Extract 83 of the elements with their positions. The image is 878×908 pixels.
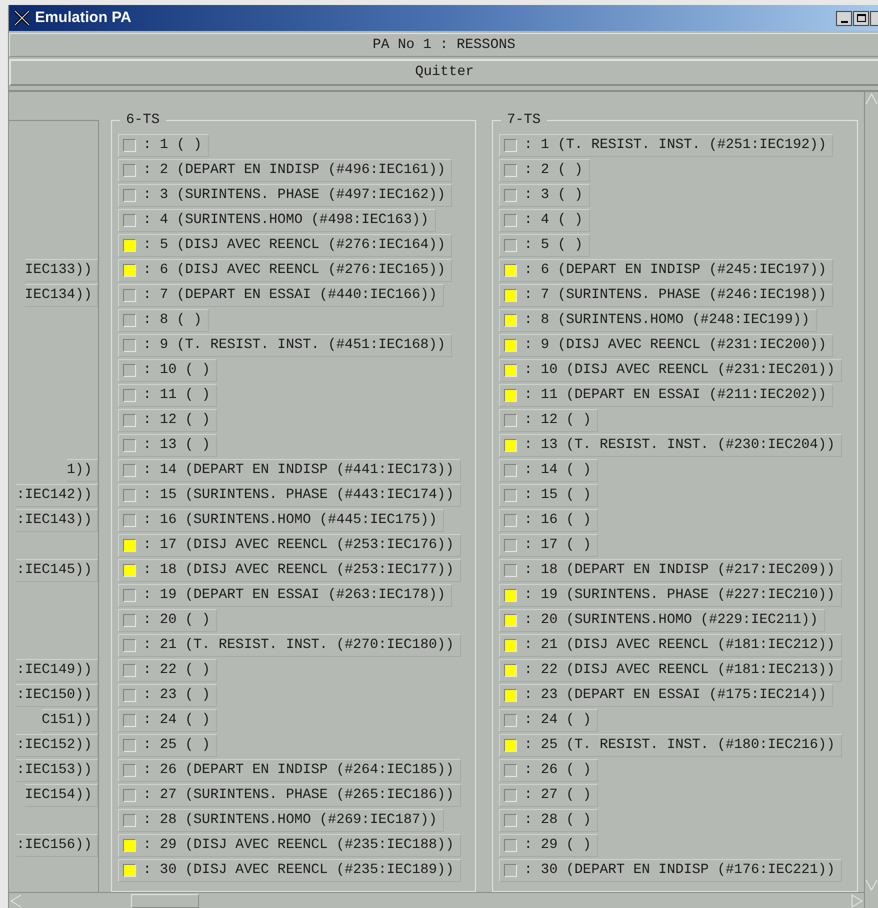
signal-checkbutton[interactable]: : 26 (DEPART EN INDISP (#264:IEC185)) (118, 759, 461, 782)
signal-checkbutton[interactable]: : 22 ( ) (118, 659, 218, 682)
signal-checkbutton[interactable]: IEC154)) (24, 784, 98, 807)
signal-checkbutton[interactable]: :IEC142)) (16, 484, 98, 507)
signal-checkbutton[interactable]: : 20 (SURINTENS.HOMO (#229:IEC211)) (499, 609, 826, 632)
signal-checkbutton[interactable]: : 21 (T. RESIST. INST. (#270:IEC180)) (118, 634, 461, 657)
signal-checkbutton[interactable]: : 26 ( ) (499, 759, 598, 782)
signal-checkbutton[interactable]: : 27 ( ) (499, 784, 598, 807)
signal-checkbutton[interactable]: : 21 (DISJ AVEC REENCL (#181:IEC212)) (499, 634, 842, 657)
signal-checkbutton[interactable]: :IEC156)) (16, 834, 98, 857)
signal-checkbutton[interactable]: : 9 (T. RESIST. INST. (#451:IEC168)) (118, 334, 452, 357)
maximize-icon[interactable] (853, 10, 869, 26)
signal-checkbutton[interactable]: : 4 (SURINTENS.HOMO (#498:IEC163)) (118, 209, 436, 232)
signal-checkbutton[interactable]: :IEC150)) (16, 684, 98, 707)
signal-checkbutton[interactable]: : 9 (DISJ AVEC REENCL (#231:IEC200)) (499, 334, 834, 357)
signal-checkbutton[interactable]: : 28 (SURINTENS.HOMO (#269:IEC187)) (118, 809, 444, 832)
signal-checkbutton[interactable]: : 6 (DISJ AVEC REENCL (#276:IEC165)) (118, 259, 452, 282)
signal-checkbutton[interactable]: IEC133)) (24, 259, 98, 282)
signal-checkbutton[interactable]: : 15 ( ) (499, 484, 598, 507)
signal-checkbutton[interactable]: C151)) (42, 709, 98, 732)
signal-checkbutton[interactable]: : 10 (DISJ AVEC REENCL (#231:IEC201)) (499, 359, 842, 382)
signal-checkbutton[interactable]: : 12 ( ) (499, 409, 598, 432)
right-arrow-icon[interactable] (850, 894, 864, 908)
signal-checkbutton[interactable]: : 23 ( ) (118, 684, 218, 707)
signal-checkbutton[interactable]: : 20 ( ) (118, 609, 218, 632)
signal-checkbutton[interactable]: : 15 (SURINTENS. PHASE (#443:IEC174)) (118, 484, 461, 507)
signal-checkbutton[interactable]: : 8 ( ) (118, 309, 209, 332)
signal-checkbutton[interactable]: : 1 (T. RESIST. INST. (#251:IEC192)) (499, 134, 834, 157)
horizontal-scrollbar[interactable] (9, 892, 864, 908)
signal-checkbutton[interactable]: : 13 (T. RESIST. INST. (#230:IEC204)) (499, 434, 842, 457)
signal-checkbutton[interactable]: : 24 ( ) (118, 709, 218, 732)
x-logo-icon (13, 10, 31, 26)
signal-checkbutton[interactable]: : 30 (DEPART EN INDISP (#176:IEC221)) (499, 859, 842, 882)
scrollbar-thumb[interactable] (131, 894, 199, 908)
signal-checkbutton[interactable]: :IEC149)) (16, 659, 98, 682)
signal-checkbutton[interactable]: : 5 (DISJ AVEC REENCL (#276:IEC164)) (118, 234, 452, 257)
window-title: Emulation PA (35, 8, 132, 28)
signal-checkbutton[interactable]: : 29 (DISJ AVEC REENCL (#235:IEC188)) (118, 834, 461, 857)
signal-checkbutton[interactable]: : 2 (DEPART EN INDISP (#496:IEC161)) (118, 159, 452, 182)
signal-checkbutton[interactable]: : 14 (DEPART EN INDISP (#441:IEC173)) (118, 459, 461, 482)
signal-checkbutton[interactable]: :IEC153)) (16, 759, 98, 782)
signal-checkbutton[interactable]: : 18 (DEPART EN INDISP (#217:IEC209)) (499, 559, 842, 582)
signal-checkbutton[interactable]: : 11 (DEPART EN ESSAI (#211:IEC202)) (499, 384, 834, 407)
signal-checkbutton[interactable]: : 5 ( ) (499, 234, 590, 257)
signal-checkbutton[interactable]: : 7 (SURINTENS. PHASE (#246:IEC198)) (499, 284, 834, 307)
signal-checkbutton[interactable]: : 19 (SURINTENS. PHASE (#227:IEC210)) (499, 584, 842, 607)
signal-checkbutton[interactable]: :IEC143)) (16, 509, 98, 532)
signal-checkbutton[interactable]: : 24 ( ) (499, 709, 598, 732)
signal-checkbutton[interactable]: : 30 (DISJ AVEC REENCL (#235:IEC189)) (118, 859, 461, 882)
signal-checkbutton[interactable]: : 11 ( ) (118, 384, 218, 407)
signal-checkbutton[interactable]: : 10 ( ) (118, 359, 218, 382)
signal-checkbutton[interactable]: : 13 ( ) (118, 434, 218, 457)
signal-checkbutton[interactable]: : 3 (SURINTENS. PHASE (#497:IEC162)) (118, 184, 452, 207)
signal-checkbutton[interactable]: : 4 ( ) (499, 209, 590, 232)
signal-checkbutton[interactable]: : 6 (DEPART EN INDISP (#245:IEC197)) (499, 259, 834, 282)
signal-checkbutton[interactable]: :IEC152)) (16, 734, 98, 757)
signal-checkbutton[interactable]: : 28 ( ) (499, 809, 598, 832)
signal-checkbutton[interactable]: 1)) (66, 459, 98, 482)
signal-checkbutton[interactable]: : 22 (DISJ AVEC REENCL (#181:IEC213)) (499, 659, 842, 682)
signal-checkbutton[interactable]: :IEC145)) (16, 559, 98, 582)
signal-checkbutton[interactable]: : 3 ( ) (499, 184, 590, 207)
signal-checkbutton[interactable]: : 16 ( ) (499, 509, 598, 532)
signal-checkbutton[interactable]: : 12 ( ) (118, 409, 218, 432)
minimize-icon[interactable] (836, 10, 852, 26)
signal-checkbutton[interactable]: : 25 ( ) (118, 734, 218, 757)
signal-checkbutton[interactable]: : 23 (DEPART EN ESSAI (#175:IEC214)) (499, 684, 834, 707)
signal-checkbutton[interactable]: : 8 (SURINTENS.HOMO (#248:IEC199)) (499, 309, 817, 332)
signal-checkbutton[interactable]: : 16 (SURINTENS.HOMO (#445:IEC175)) (118, 509, 444, 532)
signal-checkbutton[interactable]: : 25 (T. RESIST. INST. (#180:IEC216)) (499, 734, 842, 757)
signal-checkbutton[interactable]: : 27 (SURINTENS. PHASE (#265:IEC186)) (118, 784, 461, 807)
header-label: PA No 1 : RESSONS (9, 33, 878, 57)
signal-checkbutton[interactable]: : 19 (DEPART EN ESSAI (#263:IEC178)) (118, 584, 452, 607)
signal-checkbutton[interactable]: : 1 ( ) (118, 134, 209, 157)
signal-checkbutton[interactable]: : 7 (DEPART EN ESSAI (#440:IEC166)) (118, 284, 444, 307)
quit-button[interactable]: Quitter (9, 59, 878, 86)
signal-checkbutton[interactable]: : 18 (DISJ AVEC REENCL (#253:IEC177)) (118, 559, 461, 582)
signal-checkbutton[interactable]: IEC134)) (24, 284, 98, 307)
vertical-scrollbar[interactable] (864, 92, 878, 908)
signal-checkbutton[interactable]: : 29 ( ) (499, 834, 598, 857)
signal-checkbutton[interactable]: : 17 (DISJ AVEC REENCL (#253:IEC176)) (118, 534, 461, 557)
signal-checkbutton[interactable]: : 2 ( ) (499, 159, 590, 182)
signal-checkbutton[interactable]: : 14 ( ) (499, 459, 598, 482)
signal-checkbutton[interactable]: : 17 ( ) (499, 534, 598, 557)
